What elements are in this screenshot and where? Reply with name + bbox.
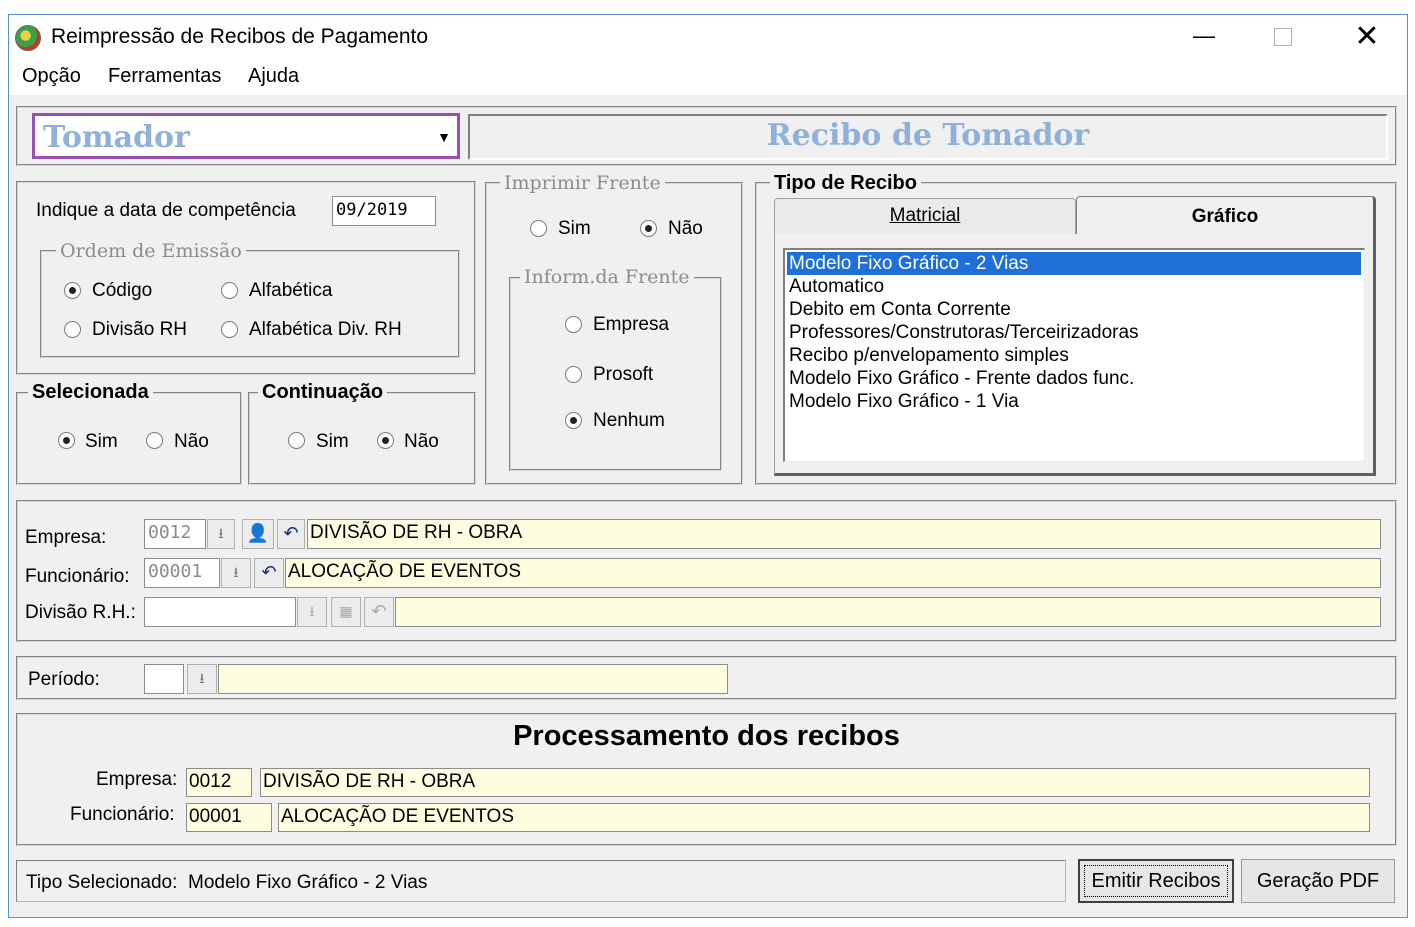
- minimize-button[interactable]: —: [1189, 23, 1219, 53]
- radio-alfabetica-div-rh[interactable]: [221, 321, 238, 338]
- label-frente-sim: Sim: [558, 218, 591, 239]
- window-title: Reimpressão de Recibos de Pagamento: [51, 25, 429, 48]
- tipo-combo-value: Tomador: [43, 120, 190, 155]
- divisao-label: Divisão R.H.:: [25, 602, 136, 623]
- radio-divisao-rh[interactable]: [64, 321, 81, 338]
- radio-inform-prosoft[interactable]: [565, 366, 582, 383]
- status-value: Modelo Fixo Gráfico - 2 Vias: [188, 872, 428, 893]
- radio-continuacao-nao[interactable]: [377, 432, 394, 449]
- tipo-recibo-title: Tipo de Recibo: [770, 172, 921, 194]
- tipo-recibo-item[interactable]: Recibo p/envelopamento simples: [787, 344, 1361, 367]
- emitir-recibos-button[interactable]: Emitir Recibos: [1078, 859, 1234, 903]
- menu-ajuda[interactable]: Ajuda: [248, 65, 299, 88]
- label-alfabetica: Alfabética: [249, 280, 333, 301]
- radio-selecionada-nao[interactable]: [146, 432, 163, 449]
- label-divisao-rh: Divisão RH: [92, 319, 188, 340]
- chevron-down-icon[interactable]: ▼: [433, 122, 455, 152]
- funcionario-lookup-button[interactable]: ⭳: [221, 558, 251, 588]
- inform-frente-title: Inform.da Frente: [520, 266, 694, 288]
- radio-frente-sim[interactable]: [530, 220, 547, 237]
- continuacao-title: Continuação: [258, 381, 388, 403]
- proc-funcionario-name: ALOCAÇÃO DE EVENTOS: [278, 803, 1370, 832]
- recibo-banner-text: Recibo de Tomador: [766, 118, 1090, 153]
- empresa-lookup-button[interactable]: ⭳: [207, 519, 235, 549]
- radio-codigo[interactable]: [64, 282, 81, 299]
- funcionario-name-field: ALOCAÇÃO DE EVENTOS: [285, 558, 1381, 588]
- competencia-input[interactable]: 09/2019: [332, 196, 436, 226]
- radio-alfabetica[interactable]: [221, 282, 238, 299]
- label-inform-nenhum: Nenhum: [593, 410, 665, 431]
- periodo-code-input[interactable]: [144, 664, 184, 694]
- recibo-banner: Recibo de Tomador: [468, 114, 1388, 160]
- divisao-name-field: [395, 597, 1381, 627]
- label-selecionada-sim: Sim: [85, 431, 118, 452]
- empresa-label: Empresa:: [25, 527, 107, 548]
- competencia-label: Indique a data de competência: [36, 200, 296, 221]
- radio-inform-empresa[interactable]: [565, 316, 582, 333]
- status-label: Tipo Selecionado:: [26, 872, 178, 893]
- tipo-recibo-item[interactable]: Modelo Fixo Gráfico - 2 Vias: [787, 252, 1361, 275]
- imprimir-frente-title: Imprimir Frente: [500, 172, 665, 194]
- label-continuacao-sim: Sim: [316, 431, 349, 452]
- title-bar: Reimpressão de Recibos de Pagamento — ✕: [9, 15, 1407, 61]
- periodo-label: Período:: [28, 669, 100, 690]
- tipo-recibo-list-items: Modelo Fixo Gráfico - 2 Vias Automatico De…: [783, 252, 1365, 452]
- emitir-recibos-label: Emitir Recibos: [1091, 870, 1221, 892]
- geracao-pdf-label: Geração PDF: [1256, 870, 1380, 892]
- proc-empresa-label: Empresa:: [96, 769, 178, 790]
- funcionario-code-input[interactable]: 00001: [144, 558, 220, 588]
- radio-inform-nenhum[interactable]: [565, 412, 582, 429]
- periodo-name-field: [218, 664, 728, 694]
- proc-empresa-name: DIVISÃO DE RH - OBRA: [260, 768, 1370, 797]
- tipo-recibo-item[interactable]: Automatico: [787, 275, 1361, 298]
- proc-empresa-code: 0012: [186, 768, 252, 797]
- label-continuacao-nao: Não: [404, 431, 439, 452]
- proc-funcionario-code: 00001: [186, 803, 272, 832]
- empresa-people-button[interactable]: 👤: [242, 519, 274, 549]
- radio-continuacao-sim[interactable]: [288, 432, 305, 449]
- label-inform-prosoft: Prosoft: [593, 364, 654, 385]
- processamento-title: Processamento dos recibos: [513, 720, 900, 752]
- empresa-name-field: DIVISÃO DE RH - OBRA: [307, 519, 1381, 549]
- tipo-recibo-item[interactable]: Modelo Fixo Gráfico - Frente dados func.: [787, 367, 1361, 390]
- radio-selecionada-sim[interactable]: [58, 432, 75, 449]
- divisao-grid-button[interactable]: ▦: [331, 597, 361, 627]
- tipo-recibo-item[interactable]: Debito em Conta Corrente: [787, 298, 1361, 321]
- divisao-code-input[interactable]: [144, 597, 296, 627]
- proc-funcionario-label: Funcionário:: [70, 804, 175, 825]
- label-frente-nao: Não: [668, 218, 703, 239]
- tipo-combo[interactable]: Tomador ▼: [32, 113, 460, 159]
- ordem-emissao-title: Ordem de Emissão: [56, 240, 246, 262]
- menu-ferramentas[interactable]: Ferramentas: [108, 65, 221, 88]
- label-codigo: Código: [92, 280, 153, 301]
- funcionario-undo-button[interactable]: ↶: [254, 558, 284, 588]
- tipo-recibo-item[interactable]: Professores/Construtoras/Terceirizadoras: [787, 321, 1361, 344]
- tab-grafico-label: Gráfico: [1191, 206, 1259, 227]
- label-alfabetica-div-rh: Alfabética Div. RH: [249, 319, 402, 340]
- maximize-button[interactable]: [1274, 28, 1292, 46]
- divisao-undo-button[interactable]: ↶: [364, 597, 394, 627]
- divisao-lookup-button[interactable]: ⭳: [297, 597, 327, 627]
- label-inform-empresa: Empresa: [593, 314, 670, 335]
- radio-frente-nao[interactable]: [640, 220, 657, 237]
- funcionario-label: Funcionário:: [25, 566, 130, 587]
- continuacao-group: [248, 392, 476, 485]
- ordem-emissao-group: [40, 250, 460, 358]
- geracao-pdf-button[interactable]: Geração PDF: [1241, 859, 1395, 903]
- empresa-code-input[interactable]: 0012: [144, 519, 206, 549]
- tab-matricial-label: Matricial: [889, 205, 961, 226]
- menu-opcao[interactable]: Opção: [22, 65, 81, 88]
- tipo-recibo-item[interactable]: Modelo Fixo Gráfico - 1 Via: [787, 390, 1361, 413]
- periodo-lookup-button[interactable]: ⭳: [187, 664, 217, 694]
- tab-matricial[interactable]: Matricial: [774, 198, 1076, 234]
- close-button[interactable]: ✕: [1352, 19, 1382, 55]
- empresa-undo-button[interactable]: ↶: [277, 519, 305, 549]
- app-icon: [15, 25, 41, 51]
- label-selecionada-nao: Não: [174, 431, 209, 452]
- selecionada-title: Selecionada: [28, 381, 153, 403]
